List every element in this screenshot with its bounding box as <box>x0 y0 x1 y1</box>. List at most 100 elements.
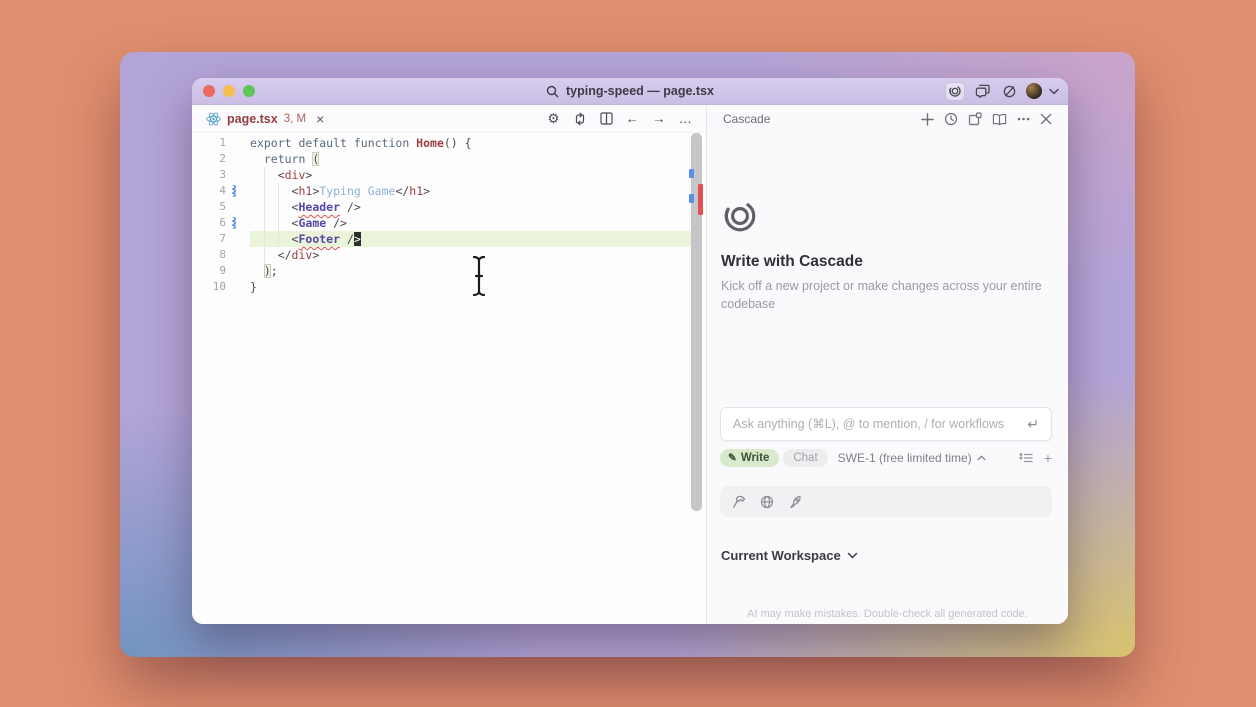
return-key-icon[interactable]: ↵ <box>1027 416 1039 433</box>
code-text: ); <box>263 264 278 278</box>
zoom-window-button[interactable] <box>243 85 255 97</box>
code-line[interactable]: 9 ); <box>192 263 706 279</box>
window-title-text: typing-speed — page.tsx <box>566 84 714 98</box>
code-line[interactable]: 1 export default function Home() { <box>192 135 706 151</box>
cascade-mode-row: ✎ Write Chat SWE-1 (free limited time) + <box>720 447 1052 469</box>
back-arrow-icon[interactable]: ← <box>626 112 640 126</box>
model-selector[interactable]: SWE-1 (free limited time) <box>838 451 986 465</box>
gutter-spacer <box>226 279 250 295</box>
editor-column: page.tsx 3, M × ⚙ ← → … 1 export default… <box>192 105 706 624</box>
settings-gear-icon[interactable]: ⚙ <box>547 112 559 126</box>
cascade-toggle-button[interactable] <box>945 81 965 101</box>
code-text: <Game /> <box>250 216 347 230</box>
cascade-prompt-input[interactable] <box>733 417 1028 431</box>
ai-disclaimer: AI may make mistakes. Double-check all g… <box>747 608 1028 620</box>
current-workspace-selector[interactable]: Current Workspace <box>721 548 858 563</box>
window-title: typing-speed — page.tsx <box>546 84 714 98</box>
code-text: <Footer /> <box>250 231 694 247</box>
titlebar: typing-speed — page.tsx <box>192 78 1068 105</box>
tab-problems-badge: 3, M <box>283 112 307 125</box>
indent-guide <box>264 167 265 263</box>
current-workspace-label: Current Workspace <box>721 548 841 563</box>
code-text: } <box>250 280 257 294</box>
rocket-icon[interactable] <box>788 495 802 509</box>
model-name: SWE-1 (free limited time) <box>837 451 972 465</box>
new-conversation-plus-icon[interactable] <box>921 112 934 126</box>
gutter-spacer <box>226 263 250 279</box>
code-editor[interactable]: 1 export default function Home() {2 retur… <box>192 133 706 624</box>
cascade-logo-icon <box>721 197 759 235</box>
close-panel-icon[interactable] <box>1040 113 1052 125</box>
code-text: <Header /> <box>250 200 361 214</box>
gutter-spacer <box>226 247 250 263</box>
line-number: 1 <box>219 136 226 149</box>
user-avatar[interactable] <box>1026 83 1042 99</box>
gutter-spacer <box>226 231 250 247</box>
mode-write-label: Write <box>740 452 770 464</box>
cascade-panel-title: Cascade <box>723 112 771 126</box>
chevron-down-icon <box>847 552 857 559</box>
line-number: 2 <box>219 152 226 165</box>
account-chevron-down-icon[interactable] <box>1049 88 1059 95</box>
code-line[interactable]: 2 return ( <box>192 151 706 167</box>
line-number: 4 <box>219 184 226 197</box>
split-editor-icon[interactable] <box>599 112 613 125</box>
tab-page-tsx[interactable]: page.tsx 3, M × <box>206 112 324 126</box>
cascade-hero-title: Write with Cascade <box>721 253 863 270</box>
mode-write-button[interactable]: ✎ Write <box>720 449 780 467</box>
tab-bar: page.tsx 3, M × ⚙ ← → … <box>192 105 706 133</box>
cascade-input-box[interactable]: ↵ <box>720 407 1052 441</box>
tools-hammer-icon[interactable] <box>732 495 746 509</box>
cascade-tools-bar <box>720 486 1052 517</box>
forward-arrow-icon[interactable]: → <box>652 112 666 126</box>
history-clock-icon[interactable] <box>944 112 958 126</box>
titlebar-actions <box>945 78 1059 104</box>
line-number: 7 <box>219 232 226 245</box>
line-number: 6 <box>219 216 226 229</box>
modified-gutter-mark <box>226 183 250 199</box>
line-number: 5 <box>219 200 226 213</box>
cascade-panel-header: Cascade <box>707 105 1068 133</box>
code-line[interactable]: 4 <h1>Typing Game</h1> <box>192 183 706 199</box>
code-text: </div> <box>250 248 320 262</box>
chat-bubble-icon[interactable] <box>972 82 992 101</box>
circle-slash-icon[interactable] <box>999 82 1019 101</box>
line-number: 3 <box>219 168 226 181</box>
overview-modified-mark <box>689 169 694 178</box>
gutter-spacer <box>226 167 250 183</box>
mode-row-actions: + <box>1019 451 1052 465</box>
code-line[interactable]: 6 <Game /> <box>192 215 706 231</box>
web-globe-icon[interactable] <box>760 495 774 509</box>
source-control-compare-icon[interactable] <box>573 112 587 126</box>
editor-toolbar: ⚙ ← → … <box>547 112 692 126</box>
more-actions-icon[interactable]: … <box>679 112 693 126</box>
overview-modified-mark <box>689 194 694 203</box>
code-line[interactable]: 8 </div> <box>192 247 706 263</box>
window-body: page.tsx 3, M × ⚙ ← → … 1 export default… <box>192 105 1068 624</box>
cascade-header-actions <box>921 112 1052 126</box>
add-context-plus-icon[interactable]: + <box>1044 451 1052 465</box>
traffic-lights <box>203 78 255 104</box>
windows-grid-icon[interactable] <box>968 112 982 126</box>
mode-chat-button[interactable]: Chat <box>783 449 828 467</box>
code-line[interactable]: 10} <box>192 279 706 295</box>
code-line[interactable]: 3 <div> <box>192 167 706 183</box>
more-ellipsis-icon[interactable] <box>1017 117 1030 121</box>
gutter-spacer <box>226 151 250 167</box>
code-line[interactable]: 7 <Footer /> <box>192 231 706 247</box>
code-text: return ( <box>263 152 320 166</box>
close-window-button[interactable] <box>203 85 215 97</box>
search-icon <box>546 85 559 98</box>
open-book-icon[interactable] <box>992 113 1007 126</box>
tab-filename: page.tsx <box>227 111 278 126</box>
code-lines: 1 export default function Home() {2 retur… <box>192 135 706 295</box>
pencil-icon: ✎ <box>728 452 737 464</box>
modified-gutter-mark <box>226 215 250 231</box>
task-list-icon[interactable] <box>1019 452 1033 464</box>
cascade-hero-subtitle: Kick off a new project or make changes a… <box>721 279 1042 311</box>
minimize-window-button[interactable] <box>223 85 235 97</box>
code-text: export default function Home() { <box>250 136 472 150</box>
code-line[interactable]: 5 <Header /> <box>192 199 706 215</box>
line-number: 8 <box>219 248 226 261</box>
tab-close-icon[interactable]: × <box>316 112 324 126</box>
